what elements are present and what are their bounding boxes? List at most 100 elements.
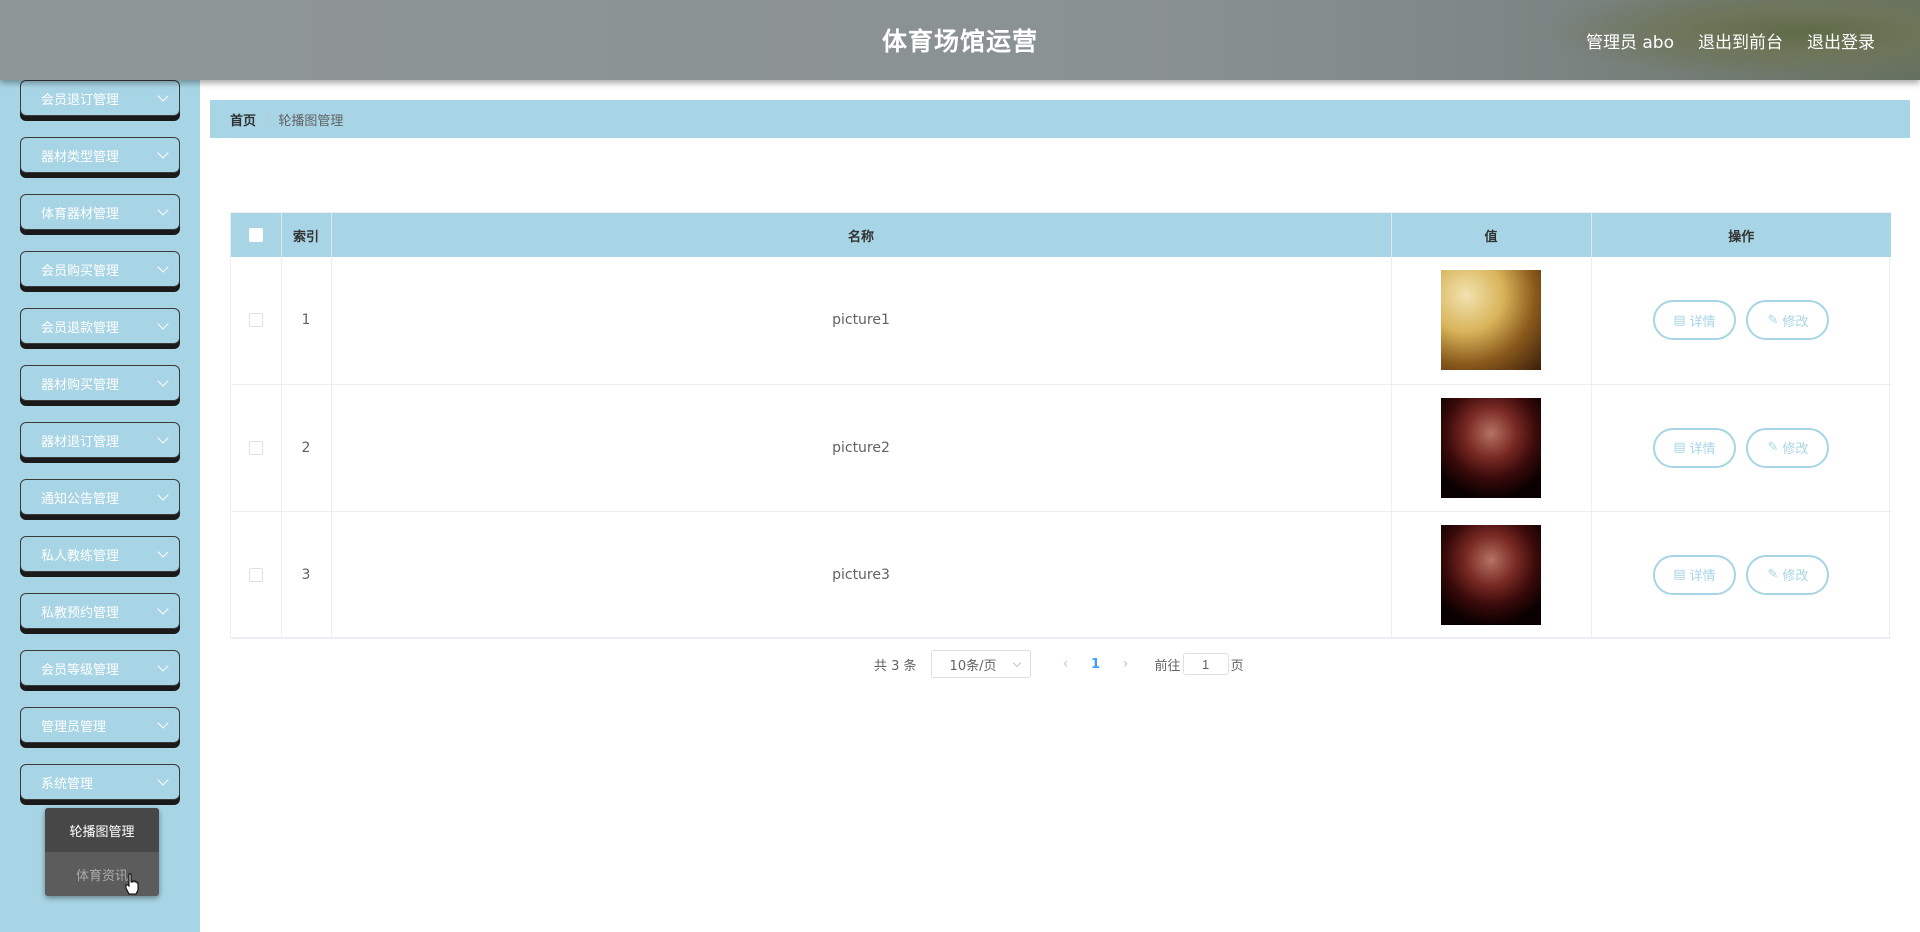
next-page-icon[interactable]: ›	[1111, 656, 1141, 672]
edit-label: 修改	[1782, 314, 1809, 330]
row-name: picture1	[331, 257, 1392, 385]
submenu-item-sports-news[interactable]: 体育资讯	[45, 852, 159, 896]
edit-label: 修改	[1782, 569, 1809, 584]
sidebar-item-member-level[interactable]: 会员等级管理	[20, 650, 180, 686]
goto-prefix: 前往	[1154, 658, 1181, 674]
breadcrumb: 首页 / 轮播图管理	[210, 100, 1910, 138]
sidebar-item-label: 器材类型管理	[41, 149, 120, 165]
row-index: 3	[281, 511, 332, 639]
submenu-item-carousel[interactable]: 轮播图管理	[45, 808, 159, 852]
breadcrumb-home[interactable]: 首页	[230, 110, 256, 129]
page-size-value: 10条/页	[949, 658, 997, 674]
system-submenu: 轮播图管理 体育资讯	[45, 808, 159, 896]
select-all-cell	[231, 213, 282, 257]
row-ops-cell: ▤ 详情 ✎ 修改	[1591, 384, 1891, 512]
sidebar-item-equipment-type[interactable]: 器材类型管理	[20, 137, 180, 173]
chevron-down-icon	[157, 147, 169, 159]
chevron-down-icon	[157, 774, 169, 786]
sidebar-item-member-purchase[interactable]: 会员购买管理	[20, 251, 180, 287]
row-checkbox-cell	[231, 257, 282, 385]
chevron-down-icon	[157, 432, 169, 444]
column-header-value: 值	[1391, 213, 1592, 257]
breadcrumb-separator: /	[265, 111, 270, 127]
sidebar-item-label: 会员购买管理	[41, 263, 120, 279]
edit-button[interactable]: ✎ 修改	[1746, 554, 1830, 595]
goto-page-input[interactable]	[1182, 653, 1229, 675]
chevron-down-icon	[157, 603, 169, 615]
chevron-down-icon	[157, 489, 169, 501]
row-name: picture2	[331, 384, 1392, 512]
admin-user-link[interactable]: 管理员 abo	[1586, 28, 1674, 53]
sidebar-item-label: 体育器材管理	[41, 206, 120, 222]
sidebar-item-label: 通知公告管理	[41, 491, 120, 507]
row-checkbox[interactable]	[248, 440, 263, 455]
sidebar-item-member-refund[interactable]: 会员退款管理	[20, 308, 180, 344]
data-table: 索引 名称 值 操作 1 picture1 ▤ 详情 ✎ 修改 2 picture2	[230, 212, 1891, 639]
row-index: 1	[281, 257, 332, 385]
document-icon: ▤	[1673, 567, 1686, 582]
column-header-ops: 操作	[1591, 213, 1891, 257]
column-header-index: 索引	[281, 213, 332, 257]
detail-button[interactable]: ▤ 详情	[1653, 300, 1737, 341]
edit-button[interactable]: ✎ 修改	[1746, 427, 1830, 468]
page-number-current[interactable]: 1	[1081, 657, 1111, 672]
sidebar-item-coach-booking[interactable]: 私教预约管理	[20, 593, 180, 629]
sidebar-item-equipment-purchase[interactable]: 器材购买管理	[20, 365, 180, 401]
sidebar-item-label: 会员等级管理	[41, 662, 120, 678]
sidebar-item-label: 会员退款管理	[41, 320, 120, 336]
detail-label: 详情	[1689, 442, 1716, 457]
table-row: 1 picture1 ▤ 详情 ✎ 修改	[231, 257, 1891, 385]
row-thumbnail[interactable]	[1441, 397, 1541, 498]
edit-icon: ✎	[1767, 567, 1779, 582]
row-index: 2	[281, 384, 332, 512]
edit-icon: ✎	[1767, 312, 1779, 328]
sidebar-item-admin[interactable]: 管理员管理	[20, 707, 180, 743]
document-icon: ▤	[1673, 440, 1686, 455]
detail-button[interactable]: ▤ 详情	[1653, 427, 1737, 468]
sidebar: 会员退订管理 器材类型管理 体育器材管理 会员购买管理 会员退款管理 器材购买管…	[0, 80, 200, 932]
pagination: 共 3 条 10条/页 ‹ 1 › 前往 页	[874, 650, 1244, 678]
sidebar-item-notices[interactable]: 通知公告管理	[20, 479, 180, 515]
top-header: 体育场馆运营 管理员 abo 退出到前台 退出登录	[0, 0, 1920, 80]
sidebar-item-label: 私教预约管理	[41, 605, 120, 621]
sidebar-item-member-unsubscribe[interactable]: 会员退订管理	[20, 80, 180, 116]
row-ops-cell: ▤ 详情 ✎ 修改	[1591, 257, 1891, 385]
chevron-down-icon	[157, 375, 169, 387]
detail-label: 详情	[1689, 314, 1716, 330]
table-row: 3 picture3 ▤ 详情 ✎ 修改	[231, 511, 1891, 639]
edit-button[interactable]: ✎ 修改	[1746, 300, 1830, 341]
row-thumbnail[interactable]	[1441, 524, 1541, 625]
edit-label: 修改	[1782, 442, 1809, 457]
page-size-select[interactable]: 10条/页	[930, 650, 1031, 678]
table-row: 2 picture2 ▤ 详情 ✎ 修改	[231, 384, 1891, 512]
sidebar-item-sports-equipment[interactable]: 体育器材管理	[20, 194, 180, 230]
prev-page-icon[interactable]: ‹	[1051, 656, 1081, 672]
chevron-down-icon	[157, 546, 169, 558]
header-links: 管理员 abo 退出到前台 退出登录	[1586, 28, 1875, 53]
sidebar-item-label: 私人教练管理	[41, 548, 120, 564]
select-all-checkbox[interactable]	[248, 228, 263, 242]
sidebar-item-equipment-unsubscribe[interactable]: 器材退订管理	[20, 422, 180, 458]
logout-link[interactable]: 退出登录	[1807, 28, 1875, 53]
to-front-link[interactable]: 退出到前台	[1698, 28, 1783, 53]
row-value-cell	[1391, 511, 1592, 639]
row-name: picture3	[331, 511, 1392, 639]
breadcrumb-current: 轮播图管理	[278, 113, 344, 129]
detail-label: 详情	[1689, 569, 1716, 584]
sidebar-item-label: 会员退订管理	[41, 92, 120, 108]
sidebar-item-system[interactable]: 系统管理	[20, 764, 180, 800]
sidebar-item-private-coach[interactable]: 私人教练管理	[20, 536, 180, 572]
row-checkbox[interactable]	[248, 567, 263, 582]
row-checkbox[interactable]	[248, 313, 263, 328]
row-thumbnail[interactable]	[1441, 270, 1541, 371]
chevron-down-icon	[157, 204, 169, 216]
row-checkbox-cell	[231, 384, 282, 512]
detail-button[interactable]: ▤ 详情	[1653, 554, 1737, 595]
row-value-cell	[1391, 257, 1592, 385]
sidebar-item-label: 器材退订管理	[41, 434, 120, 450]
row-value-cell	[1391, 384, 1592, 512]
table-header-row: 索引 名称 值 操作	[231, 213, 1891, 257]
column-header-name: 名称	[331, 213, 1392, 257]
row-checkbox-cell	[231, 511, 282, 639]
chevron-down-icon	[157, 318, 169, 330]
